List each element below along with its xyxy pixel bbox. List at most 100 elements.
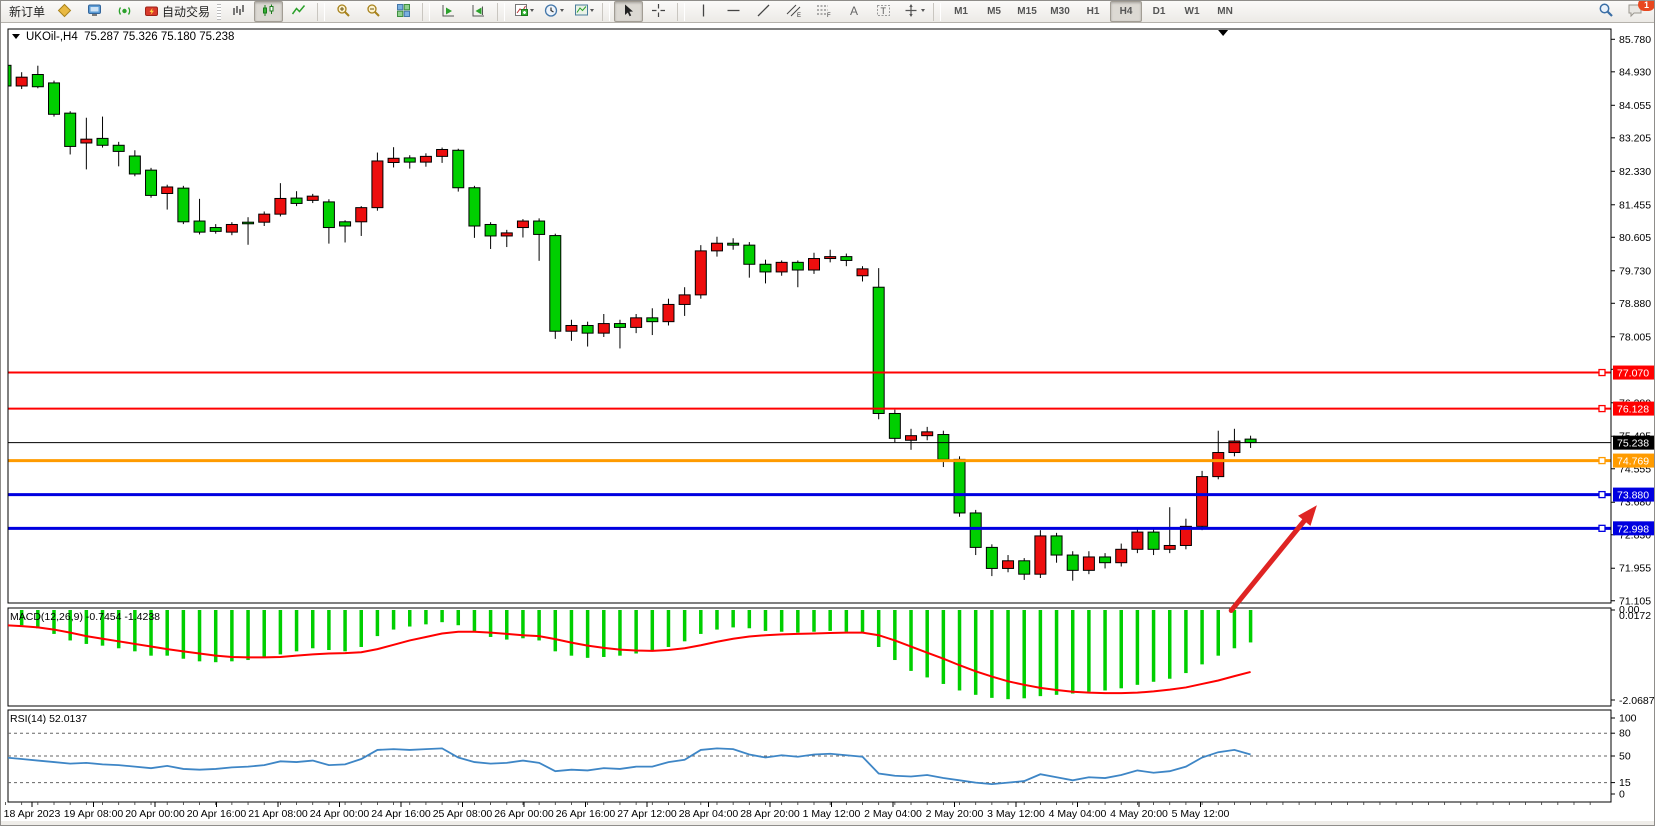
svg-text:84.930: 84.930 <box>1619 66 1651 78</box>
tile-windows-icon <box>396 3 411 21</box>
svg-text:A: A <box>850 4 858 18</box>
line-anchor[interactable] <box>1599 492 1605 498</box>
tf-h4-button[interactable]: H4 <box>1110 1 1142 22</box>
line-chart-icon <box>291 3 306 21</box>
signal-button[interactable] <box>110 1 139 22</box>
svg-text:20 Apr 16:00: 20 Apr 16:00 <box>187 808 247 820</box>
tf-m30-button[interactable]: M30 <box>1044 1 1076 22</box>
vertical-line-icon <box>696 3 711 21</box>
zoom-out-button[interactable] <box>359 1 388 22</box>
tf-m5-button[interactable]: M5 <box>978 1 1010 22</box>
new-order-label: 新订单 <box>9 3 45 20</box>
notifications-button[interactable]: 1 <box>1621 1 1650 22</box>
svg-text:72.998: 72.998 <box>1617 523 1649 535</box>
auto-scroll-button[interactable] <box>434 1 463 22</box>
tf-label: H1 <box>1087 6 1100 17</box>
horizontal-line-icon <box>726 3 741 21</box>
arrows-icon <box>903 3 925 21</box>
tf-w1-button[interactable]: W1 <box>1176 1 1208 22</box>
vertical-line-button[interactable] <box>689 1 718 22</box>
periods-button[interactable] <box>539 1 568 22</box>
arrows-button[interactable] <box>899 1 929 22</box>
svg-text:UKOil-,H4 75.287 75.326 75.18: UKOil-,H4 75.287 75.326 75.180 75.238 <box>26 31 234 43</box>
indicators-icon <box>514 3 534 21</box>
svg-text:74.769: 74.769 <box>1617 456 1649 468</box>
svg-text:80: 80 <box>1619 728 1631 740</box>
svg-text:RSI(14) 52.0137: RSI(14) 52.0137 <box>10 713 87 725</box>
line-anchor[interactable] <box>1599 370 1605 376</box>
autotrading-icon <box>144 3 159 21</box>
signal-icon <box>117 3 132 21</box>
svg-text:19 Apr 08:00: 19 Apr 08:00 <box>64 808 124 820</box>
svg-text:84.055: 84.055 <box>1619 100 1651 112</box>
text-button[interactable]: A <box>839 1 868 22</box>
svg-text:78.880: 78.880 <box>1619 298 1651 310</box>
svg-text:73.880: 73.880 <box>1617 490 1649 502</box>
svg-text:4 May 04:00: 4 May 04:00 <box>1049 808 1107 820</box>
search-icon <box>1598 2 1614 21</box>
tf-label: H4 <box>1120 6 1133 17</box>
horizontal-line-button[interactable] <box>719 1 748 22</box>
fibonacci-button[interactable]: F <box>809 1 838 22</box>
clock-icon <box>544 3 564 21</box>
toolbar-grip <box>217 4 221 20</box>
svg-text:28 Apr 20:00: 28 Apr 20:00 <box>740 808 800 820</box>
tf-label: W1 <box>1185 6 1200 17</box>
zoom-in-button[interactable] <box>329 1 358 22</box>
tf-label: M30 <box>1050 6 1069 17</box>
line-anchor[interactable] <box>1599 525 1605 531</box>
svg-text:0: 0 <box>1619 789 1625 801</box>
chart-area[interactable]: 85.78084.93084.05583.20582.33081.45580.6… <box>1 23 1655 826</box>
line-anchor[interactable] <box>1599 406 1605 412</box>
svg-text:E: E <box>797 13 801 18</box>
mt4-window: 新订单 自动交易 E F A T M1 <box>0 0 1655 826</box>
line-anchor[interactable] <box>1599 458 1605 464</box>
bar-chart-button[interactable] <box>224 1 253 22</box>
svg-text:1 May 12:00: 1 May 12:00 <box>803 808 861 820</box>
equidistant-channel-button[interactable]: E <box>779 1 808 22</box>
main-toolbar: 新订单 自动交易 E F A T M1 <box>1 1 1654 23</box>
trendline-button[interactable] <box>749 1 778 22</box>
toolbar-separator <box>317 3 325 21</box>
tile-windows-button[interactable] <box>389 1 418 22</box>
bar-chart-icon <box>231 3 246 21</box>
gold-box-button[interactable] <box>50 1 79 22</box>
templates-button[interactable] <box>569 1 598 22</box>
zoom-in-icon <box>336 3 351 21</box>
tf-mn-button[interactable]: MN <box>1209 1 1241 22</box>
window-bottom-strip <box>1 821 1655 826</box>
crosshair-button[interactable] <box>644 1 673 22</box>
text-label-button[interactable]: T <box>869 1 898 22</box>
indicators-button[interactable] <box>509 1 538 22</box>
svg-text:24 Apr 00:00: 24 Apr 00:00 <box>310 808 370 820</box>
svg-text:4 May 20:00: 4 May 20:00 <box>1110 808 1168 820</box>
autotrading-button[interactable]: 自动交易 <box>140 1 214 22</box>
candlestick-button[interactable] <box>254 1 283 22</box>
tf-m1-button[interactable]: M1 <box>945 1 977 22</box>
svg-text:-2.0687: -2.0687 <box>1619 695 1655 707</box>
svg-text:25 Apr 08:00: 25 Apr 08:00 <box>433 808 493 820</box>
community-button[interactable] <box>80 1 109 22</box>
zoom-out-icon <box>366 3 381 21</box>
channel-icon: E <box>786 3 802 21</box>
svg-text:83.205: 83.205 <box>1619 132 1651 144</box>
svg-text:F: F <box>827 13 831 18</box>
svg-text:2 May 04:00: 2 May 04:00 <box>864 808 922 820</box>
search-button[interactable] <box>1591 1 1620 22</box>
new-order-button[interactable]: 新订单 <box>5 1 49 22</box>
line-chart-button[interactable] <box>284 1 313 22</box>
svg-text:77.070: 77.070 <box>1617 368 1649 380</box>
fibonacci-icon: F <box>816 3 832 21</box>
tf-d1-button[interactable]: D1 <box>1143 1 1175 22</box>
trendline-icon <box>756 3 771 21</box>
tf-m15-button[interactable]: M15 <box>1011 1 1043 22</box>
toolbar-separator <box>497 3 505 21</box>
chart-title[interactable]: UKOil-,H4 75.287 75.326 75.180 75.238 <box>12 31 234 43</box>
chart-shift-button[interactable] <box>464 1 493 22</box>
auto-scroll-icon <box>441 3 456 21</box>
svg-text:79.730: 79.730 <box>1619 265 1651 277</box>
cursor-button[interactable] <box>614 1 643 22</box>
tf-h1-button[interactable]: H1 <box>1077 1 1109 22</box>
toolbar-separator <box>602 3 610 21</box>
svg-text:24 Apr 16:00: 24 Apr 16:00 <box>371 808 431 820</box>
